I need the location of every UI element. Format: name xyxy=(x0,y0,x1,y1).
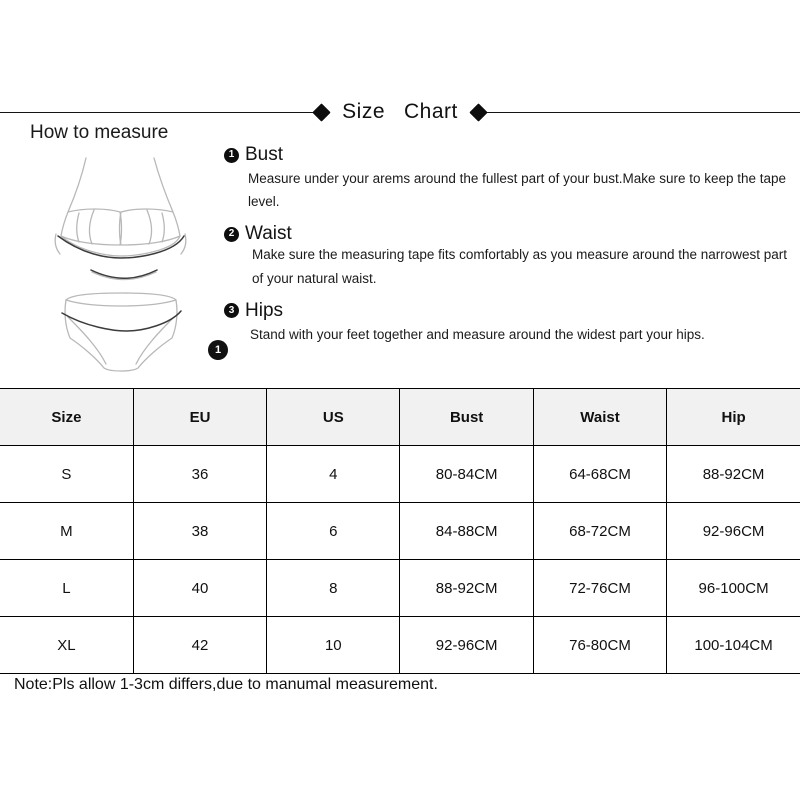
cell-bust: 84-88CM xyxy=(399,502,534,560)
step-badge-3-icon: 3 xyxy=(224,303,239,319)
cell-us: 10 xyxy=(266,616,401,674)
table-row: L 40 8 88-92CM 72-76CM 96-100CM xyxy=(0,559,800,617)
step-hips-header: 3 Hips xyxy=(224,300,790,322)
measurement-note: Note:Pls allow 1-3cm differs,due to manu… xyxy=(14,676,438,693)
table-row: XL 42 10 92-96CM 76-80CM 100-104CM xyxy=(0,616,800,674)
table-body: S 36 4 80-84CM 64-68CM 88-92CM M 38 6 84… xyxy=(0,445,800,674)
step-hips-description: Stand with your feet together and measur… xyxy=(250,326,705,342)
step-badge-1-icon: 1 xyxy=(224,147,239,163)
cell-waist: 72-76CM xyxy=(532,559,668,617)
measurement-steps: 1 Bust Measure under your arems around t… xyxy=(224,144,790,356)
step-badge-2-icon: 2 xyxy=(224,226,239,242)
column-header-hip: Hip xyxy=(666,388,800,446)
step-bust-description: Measure under your arems around the full… xyxy=(248,171,787,210)
step-bust: 1 Bust Measure under your arems around t… xyxy=(224,144,790,213)
step-waist-title: Waist xyxy=(245,223,292,245)
cell-eu: 40 xyxy=(132,559,268,617)
measurement-illustration: 1 2 3 xyxy=(34,150,228,463)
title-right-line xyxy=(484,111,800,113)
page-title: Size Chart xyxy=(342,100,458,123)
cell-bust: 88-92CM xyxy=(399,559,534,617)
cell-hip: 100-104CM xyxy=(666,616,800,674)
cell-bust: 92-96CM xyxy=(399,616,534,674)
step-waist-description: Make sure the measuring tape fits comfor… xyxy=(252,247,788,286)
step-bust-header: 1 Bust xyxy=(224,144,790,166)
cell-waist: 64-68CM xyxy=(532,445,668,503)
cell-size: XL xyxy=(0,616,134,674)
cell-size: L xyxy=(0,559,134,617)
step-waist: 2 Waist Make sure the measuring tape fit… xyxy=(224,223,790,289)
column-header-bust: Bust xyxy=(399,388,534,446)
cell-eu: 38 xyxy=(132,502,268,560)
cell-us: 8 xyxy=(266,559,401,617)
cell-eu: 42 xyxy=(132,616,268,674)
cell-waist: 68-72CM xyxy=(532,502,668,560)
table-row: M 38 6 84-88CM 68-72CM 92-96CM xyxy=(0,502,800,560)
table-header-row: Size EU US Bust Waist Hip xyxy=(0,388,800,446)
cell-hip: 92-96CM xyxy=(666,502,800,560)
cell-size: M xyxy=(0,502,134,560)
column-header-eu: EU xyxy=(132,388,268,446)
column-header-waist: Waist xyxy=(532,388,668,446)
cell-hip: 88-92CM xyxy=(666,445,800,503)
diamond-right-icon xyxy=(469,102,488,122)
size-chart-table: Size EU US Bust Waist Hip S 36 4 80-84CM… xyxy=(0,388,800,674)
title-left-line xyxy=(0,111,316,113)
cell-waist: 76-80CM xyxy=(532,616,668,674)
step-bust-title: Bust xyxy=(245,144,284,165)
cell-us: 6 xyxy=(266,502,401,560)
cell-us: 4 xyxy=(266,445,401,503)
step-waist-header: 2 Waist xyxy=(224,223,790,245)
cell-eu: 36 xyxy=(132,445,268,503)
cell-size: S xyxy=(0,445,134,503)
step-hips-title: Hips xyxy=(245,299,284,321)
table-row: S 36 4 80-84CM 64-68CM 88-92CM xyxy=(0,445,800,503)
table-header: Size EU US Bust Waist Hip xyxy=(0,388,800,446)
column-header-size: Size xyxy=(0,388,134,446)
bra-and-brief-diagram xyxy=(54,157,187,372)
column-header-us: US xyxy=(266,388,401,446)
how-to-measure-heading: How to measure xyxy=(30,122,169,143)
cell-hip: 96-100CM xyxy=(666,559,800,617)
cell-bust: 80-84CM xyxy=(399,445,534,503)
step-hips: 3 Hips Stand with your feet together and… xyxy=(224,300,790,346)
waist-tape-line xyxy=(90,269,158,279)
